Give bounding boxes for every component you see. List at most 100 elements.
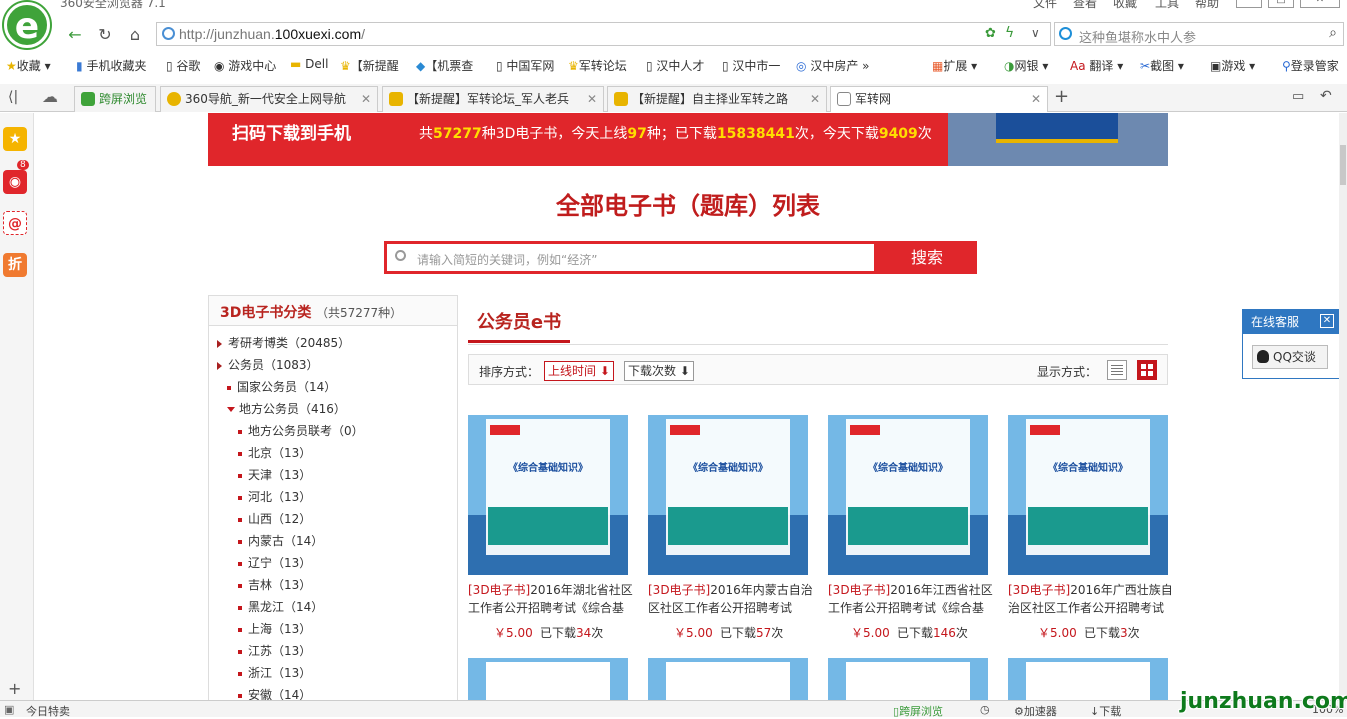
category-item[interactable]: 江苏（13） (238, 642, 311, 659)
search-bar[interactable]: 这种鱼堪称水中人参 ⌕ (1054, 22, 1344, 46)
status-bar: ▣ 今日特卖 ▯跨屏浏览 ◷ ⚙加速器 ↓下载 100% (0, 700, 1347, 718)
close-window-button[interactable]: ✕ (1300, 0, 1340, 8)
speed-icon[interactable]: ◷ (980, 703, 990, 716)
page-scrollbar[interactable] (1339, 113, 1347, 700)
top-banner[interactable]: 扫码下载到手机 共57277种3D电子书，今天上线97种；已下载15838441… (208, 113, 1168, 166)
back-icon[interactable]: ← (62, 24, 88, 46)
bookmark-hz-city[interactable]: ▯ 汉中市一 (722, 57, 780, 74)
bookmark-flight[interactable]: ◆【机票查 (416, 57, 473, 74)
category-item[interactable]: 考研考博类（20485） (217, 334, 350, 351)
menu-favorites[interactable]: 收藏 (1113, 0, 1137, 11)
book-title-link[interactable]: [3D电子书]2016年广西壮族自治区社区工作者公开招聘考试 (1008, 581, 1174, 617)
bookmark-games[interactable]: ◉ 游戏中心 (214, 57, 276, 74)
bookmark-hz-house[interactable]: ◎ 汉中房产 » (796, 57, 869, 74)
minimize-button[interactable]: — (1236, 0, 1262, 8)
category-item[interactable]: 上海（13） (238, 620, 311, 637)
tab-back-icon[interactable]: ⟨| (8, 89, 18, 105)
tab-forum[interactable]: 【新提醒】军转论坛_军人老兵 ✕ (382, 86, 604, 112)
search-button[interactable]: 搜索 (877, 241, 977, 274)
close-icon[interactable]: ✕ (1320, 314, 1334, 328)
scrollbar-thumb[interactable] (1340, 145, 1346, 185)
phone-icon: ▮ (76, 59, 83, 73)
bookmark-screenshot[interactable]: ✂截图 ▾ (1140, 57, 1184, 74)
bookmark-game[interactable]: ▣游戏 ▾ (1210, 57, 1255, 74)
book-cover[interactable] (468, 658, 628, 704)
banner-stats: 共57277种3D电子书，今天上线97种；已下载15838441次，今天下载94… (419, 126, 932, 142)
ebook-search-input[interactable]: 请输入简短的关键词，例如“经济” (384, 241, 877, 274)
favorites-star-icon[interactable]: ★ (3, 127, 27, 151)
chevron-down-icon[interactable]: ∨ (1031, 26, 1040, 40)
browser-sidebar: ★ ◉ 8 @ 折 + (0, 113, 34, 700)
tab-bar: ⟨| ☁ 跨屏浏览 360导航_新一代安全上网导航 ✕ 【新提醒】军转论坛_军人老… (0, 84, 1347, 112)
book-cover[interactable]: 《综合基础知识》 (828, 415, 988, 575)
home-icon[interactable]: ⌂ (122, 24, 148, 46)
sort-by-downloads-button[interactable]: 下载次数 ⬇ (624, 361, 694, 381)
lightning-icon[interactable]: ϟ (1005, 25, 1014, 41)
category-item[interactable]: 河北（13） (238, 488, 311, 505)
folder-icon: ▬ (290, 57, 302, 71)
add-sidebar-icon[interactable]: + (8, 679, 21, 698)
category-item[interactable]: 黑龙江（14） (238, 598, 323, 615)
weibo-icon[interactable]: ◉ (3, 170, 27, 194)
category-item[interactable]: 北京（13） (238, 444, 311, 461)
category-item[interactable]: 国家公务员（14） (227, 378, 336, 395)
menu-file[interactable]: 文件 (1033, 0, 1057, 11)
maximize-button[interactable]: □ (1268, 0, 1294, 8)
security-icon[interactable]: ✿ (985, 26, 996, 41)
bookmark-junzhuan[interactable]: ♛军转论坛 (568, 57, 627, 74)
bookmark-mobile[interactable]: ▮ 手机收藏夹 (76, 57, 146, 74)
tab-360nav[interactable]: 360导航_新一代安全上网导航 ✕ (160, 86, 378, 112)
book-title-link[interactable]: [3D电子书]2016年内蒙古自治区社区工作者公开招聘考试 (648, 581, 814, 617)
book-cover[interactable]: 《综合基础知识》 (1008, 415, 1168, 575)
bookmark-dell[interactable]: ▬ Dell (290, 57, 328, 71)
bookmark-login[interactable]: ⚲登录管家 (1282, 57, 1339, 74)
bookmark-translate[interactable]: Aa 翻译 ▾ (1070, 57, 1123, 74)
category-item[interactable]: 山西（12） (238, 510, 311, 527)
bookmark-extend[interactable]: ▦扩展 ▾ (932, 57, 977, 74)
search-engine-icon (1059, 27, 1072, 40)
category-item[interactable]: 浙江（13） (238, 664, 311, 681)
book-downloads: 已下载146次 (897, 626, 968, 640)
bookmark-bank[interactable]: ◑网银 ▾ (1004, 57, 1048, 74)
bookmark-google[interactable]: ▯ 谷歌 (166, 57, 200, 74)
address-bar[interactable]: http://junzhuan.100xuexi.com/ ✿ ϟ ∨ (156, 22, 1051, 46)
discount-icon[interactable]: 折 (3, 253, 27, 277)
star-icon: ★ (6, 59, 17, 73)
bookmark-hz-talent[interactable]: ▯ 汉中人才 (646, 57, 704, 74)
tab-forum-2[interactable]: 【新提醒】自主择业军转之路 ✕ (607, 86, 827, 112)
menu-view[interactable]: 查看 (1073, 0, 1097, 11)
menu-tools[interactable]: 工具 (1155, 0, 1179, 11)
menu-help[interactable]: 帮助 (1195, 0, 1219, 11)
book-cover[interactable] (828, 658, 988, 704)
tab-crossscreen[interactable]: 跨屏浏览 (74, 86, 156, 112)
list-view-icon[interactable] (1107, 360, 1127, 380)
sort-by-time-button[interactable]: 上线时间 ⬇ (544, 361, 614, 381)
grid-view-icon[interactable] (1137, 360, 1157, 380)
category-item[interactable]: 内蒙古（14） (238, 532, 323, 549)
tab-junzhuan[interactable]: 军转网 ✕ (830, 86, 1048, 112)
qq-chat-button[interactable]: QQ交谈 (1252, 345, 1328, 369)
book-cover[interactable]: 《综合基础知识》 (648, 415, 808, 575)
category-item[interactable]: 地方公务员（416） (227, 400, 346, 417)
category-item[interactable]: 地方公务员联考（0） (238, 422, 364, 439)
book-cover[interactable]: 《综合基础知识》 (468, 415, 628, 575)
book-title-link[interactable]: [3D电子书]2016年湖北省社区工作者公开招聘考试《综合基 (468, 581, 634, 617)
bookmark-reminder[interactable]: ♛【新提醒 (340, 57, 399, 74)
book-cover[interactable] (1008, 658, 1168, 704)
book-title-link[interactable]: [3D电子书]2016年江西省社区工作者公开招聘考试《综合基 (828, 581, 994, 617)
refresh-icon[interactable]: ↻ (92, 24, 118, 46)
cloud-icon[interactable]: ☁ (42, 87, 58, 106)
category-item[interactable]: 公务员（1083） (217, 356, 319, 373)
category-item[interactable]: 天津（13） (238, 466, 311, 483)
category-item[interactable]: 辽宁（13） (238, 554, 311, 571)
book-cover[interactable] (648, 658, 808, 704)
tab-list-icon[interactable]: ▭ (1292, 89, 1304, 104)
new-tab-button[interactable]: + (1054, 86, 1069, 107)
close-icon: ✕ (809, 92, 820, 106)
search-icon[interactable]: ⌕ (1329, 25, 1337, 41)
bookmark-chinamil[interactable]: ▯ 中国军网 (496, 57, 554, 74)
bookmark-favorites[interactable]: ★收藏 ▾ (6, 57, 51, 74)
category-item[interactable]: 吉林（13） (238, 576, 311, 593)
mail-icon[interactable]: @ (3, 211, 27, 235)
undo-close-icon[interactable]: ↶ (1320, 88, 1332, 104)
